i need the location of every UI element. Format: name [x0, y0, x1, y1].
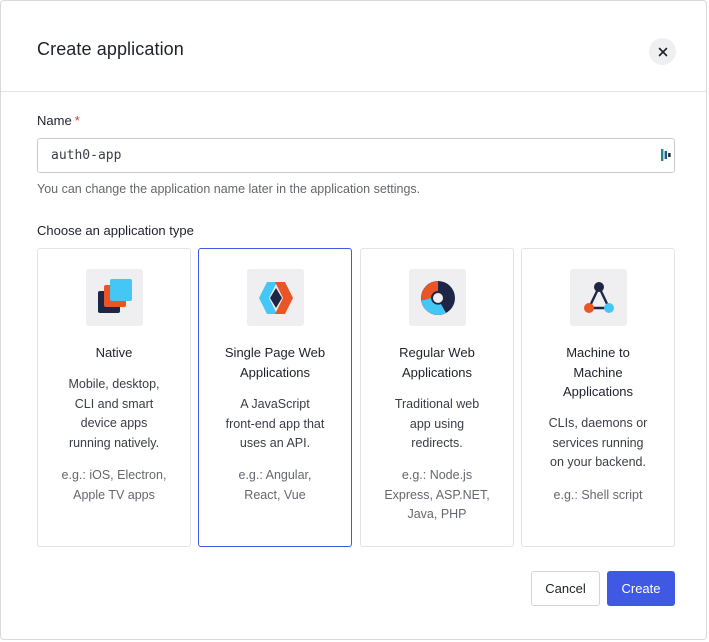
- description-line: CLI and smart: [74, 396, 154, 411]
- app-type-name-line: Applications: [239, 364, 311, 380]
- password-manager-icon[interactable]: [660, 148, 672, 162]
- app-type-name-line: Native: [95, 345, 133, 360]
- name-hint: You can change the application name late…: [37, 182, 421, 196]
- app-type-name: Regular Web Applications: [371, 343, 503, 382]
- machine-to-machine-icon: [570, 269, 627, 326]
- description-line: running natively.: [68, 435, 160, 450]
- app-type-description: A JavaScript front-end app that uses an …: [211, 395, 339, 454]
- example-line: e.g.: Shell script: [553, 488, 643, 502]
- app-type-examples: e.g.: Node.js Express, ASP.NET, Java, PH…: [369, 466, 505, 525]
- example-line: e.g.: iOS, Electron,: [61, 468, 167, 482]
- description-line: CLIs, daemons or: [548, 416, 648, 430]
- regular-web-icon: [409, 269, 466, 326]
- app-type-card-regular-web[interactable]: Regular Web Applications Traditional web…: [360, 248, 514, 547]
- app-type-name-line: Single Page Web: [224, 345, 326, 360]
- header-divider: [1, 91, 706, 92]
- example-line: React, Vue: [244, 487, 306, 502]
- application-name-input[interactable]: [37, 138, 675, 173]
- example-line: e.g.: Angular,: [238, 468, 312, 482]
- example-line: Java, PHP: [407, 507, 467, 521]
- app-type-name-line: Machine: [573, 364, 623, 380]
- app-type-name: Single Page Web Applications: [209, 343, 341, 382]
- description-line: front-end app that: [225, 416, 325, 431]
- close-button[interactable]: [649, 38, 676, 65]
- app-type-description: Mobile, desktop, CLI and smart device ap…: [50, 375, 178, 453]
- example-line: Apple TV apps: [73, 487, 155, 502]
- app-type-name: Native: [48, 343, 180, 363]
- app-type-name-line: Regular Web: [399, 345, 475, 360]
- example-line: Express, ASP.NET,: [384, 487, 490, 502]
- app-type-card-machine-to-machine[interactable]: Machine to Machine Applications CLIs, da…: [521, 248, 675, 547]
- application-type-label: Choose an application type: [37, 223, 194, 238]
- app-type-name-line: Machine to: [566, 345, 630, 360]
- app-type-name-line: Applications: [562, 384, 634, 399]
- app-type-name-line: Applications: [401, 364, 473, 380]
- app-type-description: CLIs, daemons or services running on you…: [534, 414, 662, 473]
- spa-icon: [247, 269, 304, 326]
- app-type-examples: e.g.: iOS, Electron, Apple TV apps: [46, 466, 182, 505]
- description-line: Traditional web: [394, 397, 480, 411]
- app-type-name: Machine to Machine Applications: [532, 343, 664, 402]
- create-button[interactable]: Create: [607, 571, 675, 606]
- example-line: e.g.: Node.js: [401, 468, 473, 482]
- close-icon: [658, 47, 667, 56]
- native-icon: [86, 269, 143, 326]
- description-line: device apps: [80, 416, 148, 430]
- dialog-title: Create application: [37, 39, 184, 59]
- app-type-examples: e.g.: Angular, React, Vue: [207, 466, 343, 505]
- description-line: redirects.: [411, 436, 463, 450]
- description-line: Mobile, desktop,: [68, 377, 160, 391]
- description-line: A JavaScript: [240, 397, 310, 411]
- app-type-description: Traditional web app using redirects.: [373, 395, 501, 454]
- name-label: Name *: [37, 113, 80, 128]
- cancel-button[interactable]: Cancel: [531, 571, 600, 606]
- app-type-card-native[interactable]: Native Mobile, desktop, CLI and smart de…: [37, 248, 191, 547]
- description-line: app using: [409, 416, 465, 431]
- description-line: uses an API.: [239, 436, 311, 450]
- description-line: services running: [552, 435, 644, 450]
- description-line: on your backend.: [550, 455, 646, 469]
- app-type-examples: e.g.: Shell script: [530, 486, 666, 506]
- name-label-text: Name: [37, 113, 72, 128]
- create-application-dialog: Create application Name* You can change …: [0, 0, 707, 640]
- app-type-card-single-page-web[interactable]: Single Page Web Applications A JavaScrip…: [198, 248, 352, 547]
- required-asterisk: *: [74, 113, 80, 128]
